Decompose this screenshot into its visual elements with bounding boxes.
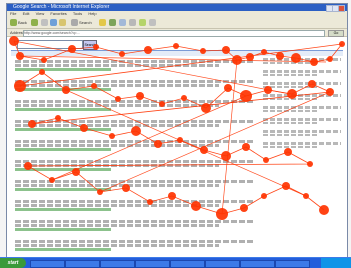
fixation-dot (109, 133, 115, 139)
taskbar-item[interactable] (65, 260, 100, 268)
fixation-dot (339, 41, 345, 47)
fixation-dot (242, 143, 250, 151)
fixation-dot (232, 55, 242, 65)
fixation-dot (62, 86, 70, 94)
fixation-dot (221, 151, 231, 161)
fixation-dot (55, 115, 61, 121)
fixation-dot (91, 83, 97, 89)
fixation-dot (261, 49, 267, 55)
fixation-dot (200, 146, 208, 154)
fixation-dot (200, 48, 206, 54)
fixation-dot (136, 92, 144, 100)
fixation-dot (319, 205, 329, 215)
fixation-dot (131, 126, 141, 136)
saccade-line (51, 95, 247, 181)
fixation-dot (263, 157, 269, 163)
taskbar-item[interactable] (240, 260, 275, 268)
fixation-dot (177, 137, 183, 143)
fixation-dot (222, 46, 230, 54)
fixation-dot (307, 161, 313, 167)
saccade-line (221, 59, 238, 215)
fixation-dot (224, 84, 232, 92)
taskbar-item[interactable] (275, 260, 310, 268)
fixation-dot (147, 199, 153, 205)
fixation-dot (326, 88, 334, 96)
fixation-dot (261, 193, 267, 199)
fixation-dot (308, 80, 316, 88)
fixation-dot (287, 89, 297, 99)
fixation-dot (240, 90, 252, 102)
fixation-dot (282, 182, 290, 190)
fixation-dot (80, 124, 88, 132)
saccade-line (13, 40, 291, 95)
fixation-dot (39, 69, 45, 75)
fixation-dot (168, 192, 176, 200)
fixation-dot (119, 51, 125, 57)
fixation-dot (68, 45, 76, 53)
fixation-dot (284, 148, 292, 156)
fixation-dot (327, 56, 333, 62)
fixation-dot (49, 177, 55, 183)
saccade-path (13, 40, 343, 215)
fixation-dot (173, 43, 179, 49)
fixation-dot (291, 53, 301, 63)
fixation-dot (303, 193, 309, 199)
fixation-dot (93, 44, 99, 50)
fixation-dot (72, 168, 80, 176)
fixation-dot (28, 120, 36, 128)
fixation-dot (246, 53, 254, 61)
system-tray (321, 258, 351, 268)
fixation-dot (14, 80, 26, 92)
fixation-dot (24, 162, 32, 170)
start-button[interactable]: start (0, 258, 26, 268)
taskbar-item[interactable] (100, 260, 135, 268)
fixation-dot (154, 140, 162, 148)
taskbar-item[interactable] (30, 260, 65, 268)
taskbar-item[interactable] (135, 260, 170, 268)
fixation-dot (97, 189, 103, 195)
taskbar-item[interactable] (205, 260, 240, 268)
fixation-dot (216, 208, 228, 220)
fixation-dot (41, 57, 47, 63)
gaze-plot-overlay (9, 36, 345, 220)
fixation-dot (115, 96, 121, 102)
saccade-line (65, 89, 307, 197)
taskbar: start (0, 257, 351, 268)
fixation-dot (159, 101, 165, 107)
saccade-line (99, 91, 331, 193)
fixation-dot (276, 52, 284, 60)
fixation-dot (264, 86, 272, 94)
fixation-dot (181, 95, 187, 101)
fixation-dot (191, 201, 201, 211)
fixation-dot (310, 58, 318, 66)
fixation-dot (16, 52, 24, 60)
fixation-dot (9, 36, 19, 46)
fixation-dot (201, 103, 211, 113)
taskbar-item[interactable] (170, 260, 205, 268)
fixation-dot (122, 184, 130, 192)
fixation-dot (240, 204, 248, 212)
fixation-dot (144, 46, 152, 54)
